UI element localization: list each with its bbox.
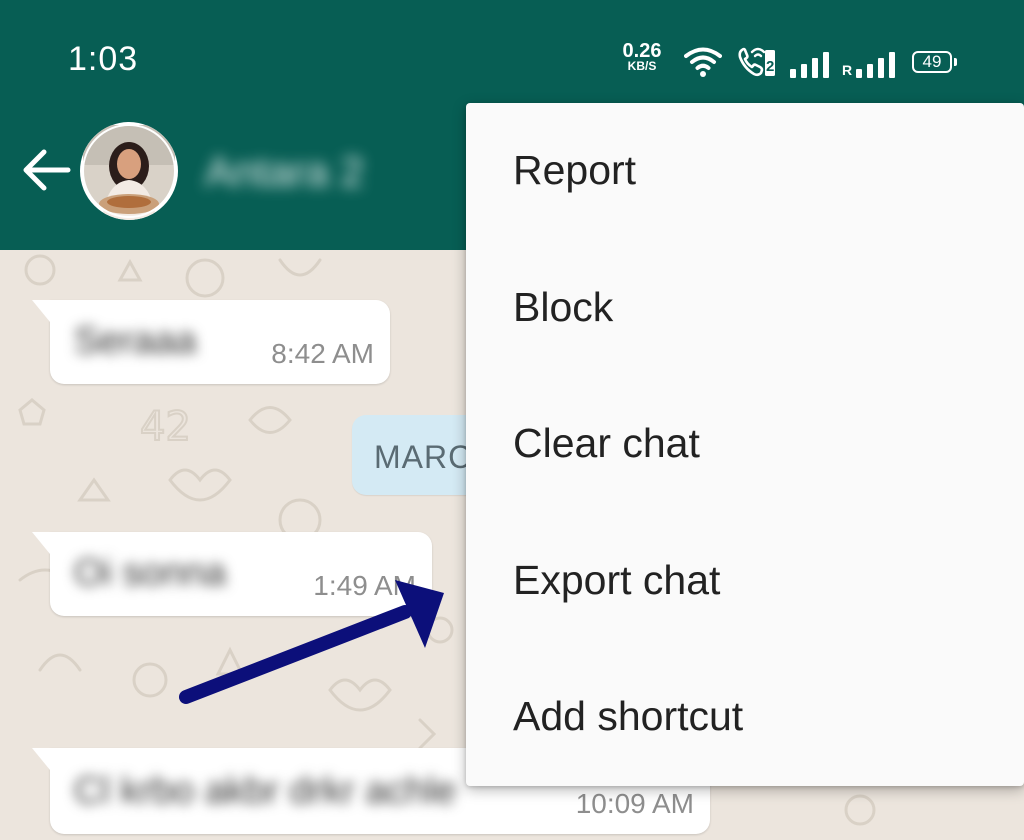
signal-strength-icon — [790, 52, 829, 78]
roaming-label: R — [842, 62, 853, 78]
message-bubble[interactable]: Seraaa 8:42 AM — [32, 300, 390, 384]
sim-slot-label: 2 — [766, 58, 775, 75]
menu-item-label: Report — [513, 147, 637, 193]
menu-item-block[interactable]: Block — [466, 240, 1024, 377]
menu-item-add-shortcut[interactable]: Add shortcut — [466, 649, 1024, 786]
menu-item-export-chat[interactable]: Export chat — [466, 513, 1024, 650]
whatsapp-screen: 1:03 0.26 KB/S 2 R 49 Antara 2 42 Seraaa… — [0, 0, 1024, 840]
menu-item-label: Export chat — [513, 557, 721, 603]
date-chip-label: MARC — [374, 439, 473, 475]
status-time: 1:03 — [68, 40, 139, 78]
message-time: 8:42 AM — [271, 338, 374, 369]
menu-item-label: Add shortcut — [513, 693, 744, 739]
network-speed-value: 0.26 — [622, 40, 662, 62]
battery-icon: 49 — [912, 51, 957, 73]
message-bubble[interactable]: Oi sonna 1:49 AM — [32, 532, 432, 616]
message-time: 1:49 AM — [313, 570, 416, 601]
menu-item-clear-chat[interactable]: Clear chat — [466, 376, 1024, 513]
svg-text:42: 42 — [140, 404, 191, 450]
message-time: 10:09 AM — [575, 788, 694, 819]
battery-level: 49 — [922, 52, 942, 71]
network-speed: 0.26 KB/S — [620, 40, 664, 74]
wifi-icon — [684, 47, 722, 77]
status-bar: 1:03 0.26 KB/S 2 R 49 — [0, 0, 1024, 100]
contact-name[interactable]: Antara 2 — [205, 148, 364, 196]
overflow-menu: Report Block Clear chat Export chat Add … — [466, 103, 1024, 786]
menu-item-label: Block — [513, 284, 614, 330]
arrow-left-icon[interactable] — [18, 142, 74, 198]
menu-item-report[interactable]: Report — [466, 103, 1024, 240]
message-text: Oi sonna — [74, 552, 227, 594]
message-text: Cl krbo akbr drkr achle — [74, 770, 457, 812]
contact-avatar[interactable] — [80, 122, 178, 220]
avatar-photo-icon — [82, 124, 176, 220]
signal-strength-roaming-icon — [856, 52, 895, 78]
message-text: Seraaa — [74, 320, 197, 362]
menu-item-label: Clear chat — [513, 420, 700, 466]
